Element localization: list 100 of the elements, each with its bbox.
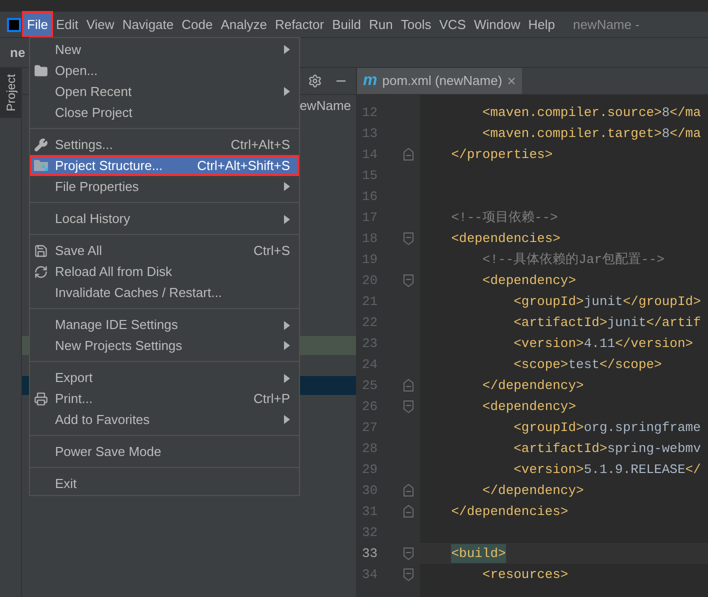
code-token: <version>: [514, 460, 584, 479]
code-token: <!--具体依赖的Jar包配置-->: [482, 250, 664, 269]
fold-marker-icon: [403, 232, 414, 245]
menu-item[interactable]: Open...: [30, 60, 299, 81]
menu-item[interactable]: Window: [470, 12, 524, 37]
submenu-arrow-icon: [284, 45, 290, 54]
code-token: <dependencies>: [451, 230, 560, 248]
close-tab-button[interactable]: ×: [507, 74, 516, 88]
code-token: <groupId>: [514, 418, 584, 437]
menu-item[interactable]: Add to Favorites: [30, 409, 299, 430]
code-token: <artifactId>: [514, 440, 608, 458]
fold-marker-icon: [403, 400, 414, 413]
fold-marker-icon: [403, 505, 414, 518]
fold-marker-icon: [403, 568, 414, 581]
code-token: <version>: [514, 334, 584, 353]
menu-item[interactable]: Exit: [30, 467, 299, 494]
tree-item-label[interactable]: ewName: [300, 96, 351, 116]
code-token: junit: [607, 314, 646, 332]
menu-item[interactable]: File: [23, 12, 52, 37]
code-token: <maven.compiler.target>: [482, 124, 662, 143]
reload-icon: [34, 264, 48, 278]
menu-item[interactable]: Power Save Mode: [30, 435, 299, 462]
code-token: <dependency>: [482, 272, 576, 290]
menu-item[interactable]: Invalidate Caches / Restart...: [30, 282, 299, 303]
code-token: 5.1.9.RELEASE: [584, 460, 686, 479]
submenu-arrow-icon: [284, 415, 290, 424]
fold-marker-icon: [403, 148, 414, 161]
submenu-arrow-icon: [284, 214, 290, 224]
menu-item[interactable]: Help: [524, 12, 559, 37]
code-token: </scope>: [599, 356, 662, 374]
code-token: spring-webmv: [607, 440, 701, 458]
code-token: <artifactId>: [514, 314, 608, 332]
code-token: 4.11: [584, 334, 616, 353]
app-logo-icon: [7, 18, 21, 32]
menu-item[interactable]: Save All Ctrl+S: [30, 234, 299, 261]
code-token: 8: [662, 104, 670, 122]
menu-item[interactable]: Open Recent: [30, 81, 299, 102]
code-token: </version>: [615, 334, 694, 353]
settings-icon[interactable]: [308, 74, 322, 88]
menu-item[interactable]: Tools: [396, 12, 436, 37]
menu-item[interactable]: Reload All from Disk: [30, 261, 299, 282]
folder-icon: [34, 64, 48, 78]
code-token: </properties>: [451, 146, 553, 164]
menu-item[interactable]: Close Project: [30, 102, 299, 123]
code-token: </dependencies>: [451, 502, 568, 521]
menu-item[interactable]: Navigate: [118, 12, 178, 37]
code-token: <dependency>: [482, 398, 576, 416]
save-icon: [34, 244, 48, 258]
code-token: </ma: [670, 124, 701, 143]
menu-item[interactable]: Export: [30, 361, 299, 388]
code-token: junit: [584, 292, 623, 311]
menu-item[interactable]: New: [30, 39, 299, 60]
code-token: </ma: [670, 104, 701, 122]
submenu-arrow-icon: [284, 320, 290, 330]
folder-icon: [34, 159, 49, 172]
code-token: </: [685, 460, 701, 479]
line-number: 33: [361, 544, 379, 563]
submenu-arrow-icon: [284, 182, 290, 191]
project-tool-tab[interactable]: Project: [0, 68, 21, 118]
printer-icon: [34, 392, 48, 406]
fold-marker-icon: [403, 484, 414, 497]
menu-item[interactable]: File Properties: [30, 176, 299, 197]
window-title: newName -: [572, 16, 640, 34]
menu-item[interactable]: Code: [178, 12, 217, 37]
submenu-arrow-icon: [284, 341, 290, 350]
project-breadcrumb[interactable]: ne: [10, 42, 26, 62]
code-token: <scope>: [514, 356, 568, 374]
code-token: </dependency>: [482, 376, 584, 395]
menu-item[interactable]: Local History: [30, 202, 299, 229]
code-token: <groupId>: [514, 292, 584, 311]
code-token: </groupId>: [622, 292, 701, 311]
menu-item[interactable]: Build: [328, 12, 366, 37]
menu-item[interactable]: Edit: [52, 12, 82, 37]
fold-marker-icon: [403, 274, 414, 287]
menu-item[interactable]: VCS: [435, 12, 470, 37]
fold-marker-icon: [403, 379, 414, 392]
code-token: <resources>: [482, 566, 568, 584]
submenu-arrow-icon: [284, 87, 290, 96]
menu-item[interactable]: Print... Ctrl+P: [30, 388, 299, 409]
code-token: </dependency>: [482, 482, 584, 500]
maven-file-icon: m: [363, 69, 378, 93]
code-token: </artif: [646, 314, 701, 332]
code-token: test: [568, 356, 600, 374]
code-token: <maven.compiler.source>: [482, 104, 662, 122]
code-token: <!--项目依赖-->: [451, 208, 558, 227]
menu-item[interactable]: View: [82, 12, 118, 37]
wrench-icon: [34, 138, 48, 152]
fold-marker-icon: [403, 547, 414, 560]
code-token: <build>: [451, 544, 506, 564]
tab-label: pom.xml (newName): [382, 72, 502, 90]
menu-item[interactable]: Manage IDE Settings: [30, 308, 299, 335]
menu-item[interactable]: Run: [365, 12, 397, 37]
menu-item[interactable]: New Projects Settings: [30, 335, 299, 356]
editor-tab[interactable]: m pom.xml (newName) ×: [357, 68, 522, 94]
code-token: 8: [662, 124, 670, 143]
submenu-arrow-icon: [284, 374, 290, 382]
menu-item[interactable]: Analyze: [216, 12, 271, 37]
menu-item[interactable]: Refactor: [270, 12, 328, 37]
code-token: org.springframe: [584, 418, 701, 437]
menu-item[interactable]: Project Structure... Ctrl+Alt+Shift+S: [30, 155, 299, 176]
